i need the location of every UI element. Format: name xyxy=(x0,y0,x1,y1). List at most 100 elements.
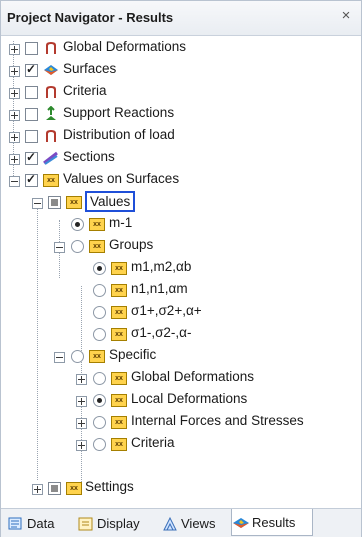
tab-results[interactable]: Results xyxy=(231,509,313,536)
checkbox[interactable] xyxy=(25,108,38,121)
tab-data[interactable]: Data xyxy=(7,513,73,535)
tree-item-label: Specific xyxy=(109,347,157,362)
tab-label: Views xyxy=(181,516,216,531)
data-icon xyxy=(8,517,22,530)
checkbox[interactable] xyxy=(25,150,38,165)
tree-item-label: Criteria xyxy=(63,83,107,98)
expand-toggle[interactable] xyxy=(9,110,20,121)
values-xx-icon: xx xyxy=(89,218,105,231)
tree-item-m1[interactable]: xx m-1 xyxy=(1,213,361,235)
radio-button[interactable] xyxy=(71,240,84,253)
expand-toggle[interactable] xyxy=(76,396,87,407)
tree-item-group-1[interactable]: xx m1,m2,αb xyxy=(1,257,361,279)
values-xx-icon: xx xyxy=(111,372,127,385)
values-xx-icon: xx xyxy=(89,350,105,363)
tab-display[interactable]: Display xyxy=(77,513,155,535)
radio-button[interactable] xyxy=(93,416,106,429)
tree-item-specific-global[interactable]: xx Global Deformations xyxy=(1,367,361,389)
tab-label: Display xyxy=(97,516,140,531)
checkbox[interactable] xyxy=(25,62,38,77)
tree-item-criteria[interactable]: Criteria xyxy=(1,81,361,103)
tree-item-support-reactions[interactable]: Support Reactions xyxy=(1,103,361,125)
panel-titlebar: Project Navigator - Results × xyxy=(1,1,361,36)
checkbox[interactable] xyxy=(48,196,61,209)
radio-button[interactable] xyxy=(93,438,106,451)
radio-button[interactable] xyxy=(71,350,84,363)
tree-item-global-deformations[interactable]: Global Deformations xyxy=(1,37,361,59)
collapse-toggle[interactable] xyxy=(54,352,65,363)
tree-item-label: σ1+,σ2+,α+ xyxy=(131,303,202,318)
tree-item-label: Criteria xyxy=(131,435,175,450)
criteria-icon xyxy=(46,86,56,98)
expand-toggle[interactable] xyxy=(76,440,87,451)
project-navigator-panel: Project Navigator - Results × Global Def… xyxy=(0,0,362,537)
tree-item-settings[interactable]: xx Settings xyxy=(1,477,361,499)
values-xx-icon: xx xyxy=(111,394,127,407)
tree-item-label: Support Reactions xyxy=(63,105,175,120)
tree-item-sections[interactable]: Sections xyxy=(1,147,361,169)
tab-views[interactable]: Views xyxy=(161,513,227,535)
radio-button[interactable] xyxy=(93,394,106,407)
tree-item-specific-local[interactable]: xx Local Deformations xyxy=(1,389,361,411)
support-reactions-icon xyxy=(46,106,56,120)
collapse-toggle[interactable] xyxy=(54,242,65,253)
values-xx-icon: xx xyxy=(111,438,127,451)
views-icon xyxy=(163,516,177,531)
expand-toggle[interactable] xyxy=(9,88,20,99)
expand-toggle[interactable] xyxy=(76,418,87,429)
expand-toggle[interactable] xyxy=(9,44,20,55)
radio-button[interactable] xyxy=(71,218,84,231)
values-xx-icon: xx xyxy=(111,262,127,275)
tree-item-group-3[interactable]: xx σ1+,σ2+,α+ xyxy=(1,301,361,323)
tree-item-label: Local Deformations xyxy=(131,391,248,406)
tree-item-groups[interactable]: xx Groups xyxy=(1,235,361,257)
sections-icon xyxy=(43,151,58,165)
tree-item-label: m-1 xyxy=(109,215,133,230)
radio-button[interactable] xyxy=(93,284,106,297)
expand-toggle[interactable] xyxy=(9,154,20,165)
tree-item-group-2[interactable]: xx n1,n1,αm xyxy=(1,279,361,301)
tree-item-label: n1,n1,αm xyxy=(131,281,188,296)
checkbox[interactable] xyxy=(25,130,38,143)
checkbox[interactable] xyxy=(25,42,38,55)
results-tree: Global Deformations Surfaces Criteria Su… xyxy=(1,37,361,495)
tree-item-label: Settings xyxy=(85,479,134,494)
collapse-toggle[interactable] xyxy=(9,176,20,187)
tree-item-values[interactable]: xx Values xyxy=(1,191,361,213)
checkbox[interactable] xyxy=(25,172,38,187)
expand-toggle[interactable] xyxy=(9,66,20,77)
radio-button[interactable] xyxy=(93,372,106,385)
collapse-toggle[interactable] xyxy=(32,198,43,209)
radio-button[interactable] xyxy=(93,262,106,275)
tree-item-label: Distribution of load xyxy=(63,127,175,142)
tree-item-label: Values on Surfaces xyxy=(63,171,180,186)
expand-toggle[interactable] xyxy=(76,374,87,385)
deformation-icon xyxy=(46,42,56,54)
values-xx-icon: xx xyxy=(66,196,82,209)
values-xx-icon: xx xyxy=(66,482,82,495)
tree-item-surfaces[interactable]: Surfaces xyxy=(1,59,361,81)
expand-toggle[interactable] xyxy=(9,132,20,143)
radio-button[interactable] xyxy=(93,306,106,319)
tree-item-specific-internal[interactable]: xx Internal Forces and Stresses xyxy=(1,411,361,433)
tree-item-label: m1,m2,αb xyxy=(131,259,192,274)
tree-item-values-on-surfaces[interactable]: xx Values on Surfaces xyxy=(1,169,361,191)
tree-item-label: Global Deformations xyxy=(63,39,187,54)
navigator-tabs: Data Display Views Results xyxy=(1,508,361,537)
radio-button[interactable] xyxy=(93,328,106,341)
tree-item-group-4[interactable]: xx σ1-,σ2-,α- xyxy=(1,323,361,345)
close-icon[interactable]: × xyxy=(337,7,355,25)
values-xx-icon: xx xyxy=(111,416,127,429)
tree-item-specific[interactable]: xx Specific xyxy=(1,345,361,367)
tree-item-label: Global Deformations xyxy=(131,369,255,384)
tree-item-distribution-of-load[interactable]: Distribution of load xyxy=(1,125,361,147)
checkbox[interactable] xyxy=(25,86,38,99)
checkbox[interactable] xyxy=(48,482,61,495)
tree-item-label: Groups xyxy=(109,237,154,252)
values-xx-icon: xx xyxy=(111,284,127,297)
values-xx-icon: xx xyxy=(43,174,59,187)
tree-item-specific-criteria[interactable]: xx Criteria xyxy=(1,433,361,455)
display-icon xyxy=(78,517,93,531)
results-icon xyxy=(233,518,249,528)
expand-toggle[interactable] xyxy=(32,484,43,495)
